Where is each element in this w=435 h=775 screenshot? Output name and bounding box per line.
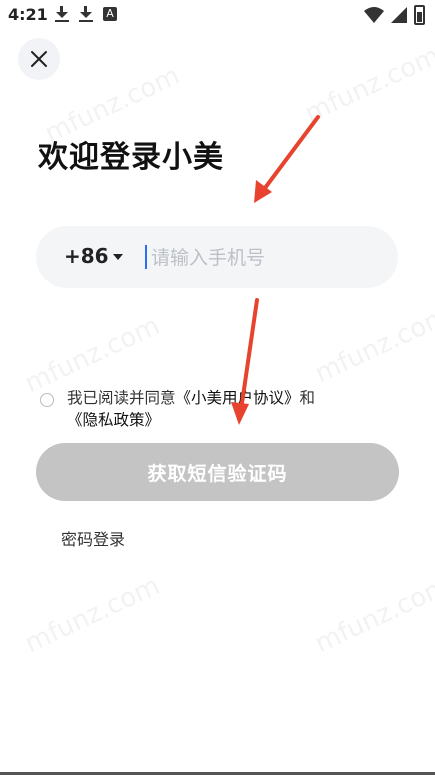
watermark: mfunz.com [20, 570, 165, 660]
agreement-prefix: 我已阅读并同意 [67, 389, 176, 407]
phone-input[interactable] [149, 240, 383, 276]
password-login-link[interactable]: 密码登录 [61, 526, 125, 550]
text-cursor [145, 245, 147, 269]
get-sms-code-button[interactable]: 获取短信验证码 [36, 443, 399, 501]
status-left-icons: A [55, 6, 117, 22]
wifi-icon [364, 7, 384, 23]
country-code-selector[interactable]: +86 [64, 244, 109, 268]
phone-field[interactable]: +86 [36, 226, 398, 288]
privacy-policy-link[interactable]: 《隐私政策》 [67, 411, 160, 429]
status-bar: 4:21 A [0, 0, 435, 30]
signal-icon [391, 7, 407, 23]
status-right-icons [364, 5, 425, 25]
battery-icon [414, 5, 425, 25]
watermark: mfunz.com [310, 570, 435, 660]
download-icon [55, 6, 69, 22]
download-icon [79, 6, 93, 22]
watermark: mfunz.com [310, 300, 435, 390]
close-icon [31, 51, 47, 67]
a-notification-icon: A [103, 7, 117, 21]
close-button[interactable] [18, 38, 60, 80]
chevron-down-icon[interactable] [113, 254, 123, 260]
user-agreement-link[interactable]: 《小美用户协议》 [176, 389, 300, 407]
page-title: 欢迎登录小美 [38, 140, 224, 175]
watermark: mfunz.com [300, 40, 435, 130]
agreement-checkbox[interactable] [40, 393, 54, 407]
agreement-and: 和 [299, 389, 316, 407]
status-time: 4:21 [8, 5, 48, 24]
annotation-arrow [254, 115, 320, 203]
watermark: mfunz.com [20, 310, 165, 400]
agreement-text: 我已阅读并同意《小美用户协议》和《隐私政策》 [67, 387, 407, 431]
